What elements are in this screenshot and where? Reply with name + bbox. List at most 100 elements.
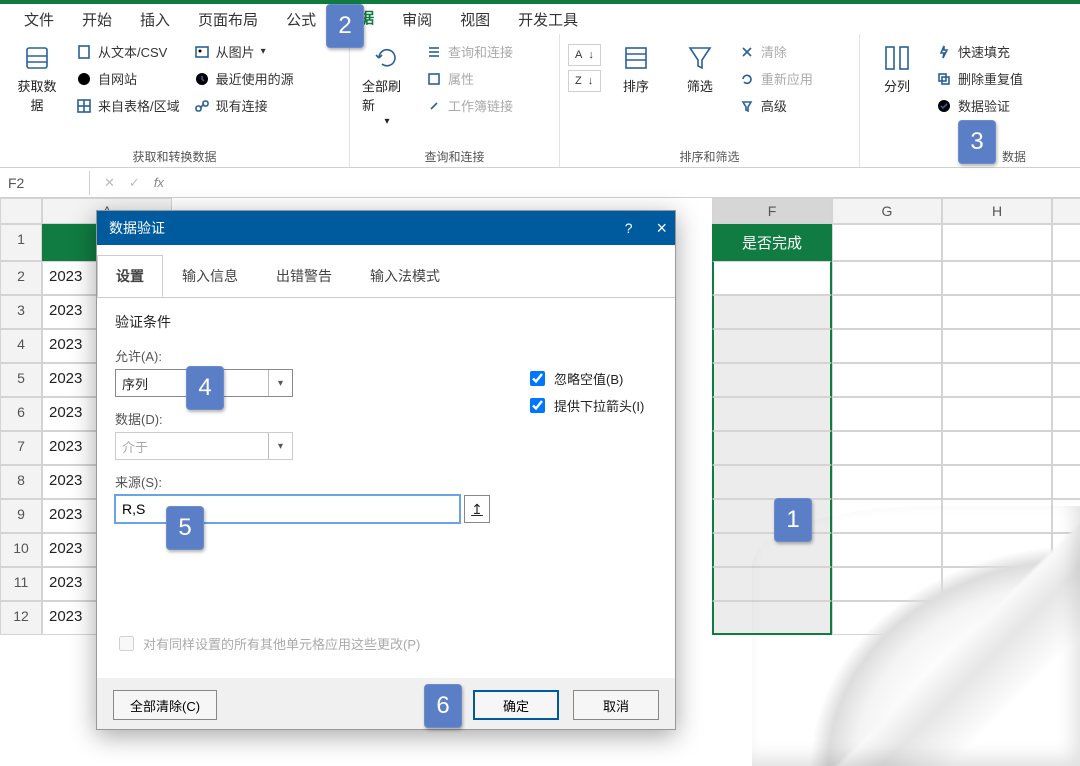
- cell[interactable]: [1052, 465, 1080, 499]
- cell[interactable]: [832, 397, 942, 431]
- row-header[interactable]: 11: [0, 567, 42, 601]
- flash-fill-button[interactable]: 快速填充: [932, 40, 1027, 63]
- ignore-blank-checkbox[interactable]: 忽略空值(B): [526, 368, 644, 389]
- select-all-corner[interactable]: [0, 198, 42, 224]
- clear-all-button[interactable]: 全部清除(C): [113, 690, 217, 720]
- name-box[interactable]: F2: [0, 171, 90, 195]
- row-header[interactable]: 8: [0, 465, 42, 499]
- table-header-done[interactable]: 是否完成: [712, 224, 832, 261]
- cell[interactable]: [942, 499, 1052, 533]
- cell[interactable]: [942, 295, 1052, 329]
- cell[interactable]: [832, 295, 942, 329]
- in-cell-dropdown-checkbox[interactable]: 提供下拉箭头(I): [526, 395, 644, 416]
- cell-done[interactable]: [712, 261, 832, 295]
- cell[interactable]: [942, 329, 1052, 363]
- cell[interactable]: [832, 261, 942, 295]
- cell[interactable]: [832, 329, 942, 363]
- text-to-columns-button[interactable]: 分列: [868, 38, 926, 99]
- menu-formula[interactable]: 公式: [274, 3, 328, 36]
- sort-button[interactable]: 排序: [607, 38, 665, 99]
- cell[interactable]: [1052, 499, 1080, 533]
- tab-ime-mode[interactable]: 输入法模式: [351, 255, 459, 297]
- from-picture-button[interactable]: 从图片 ▾: [190, 40, 298, 63]
- accept-icon[interactable]: ✓: [129, 175, 140, 191]
- dialog-help-icon[interactable]: ?: [625, 220, 633, 236]
- row-header[interactable]: 9: [0, 499, 42, 533]
- fx-icon[interactable]: fx: [154, 175, 164, 190]
- row-header[interactable]: 7: [0, 431, 42, 465]
- cell-done[interactable]: [712, 295, 832, 329]
- cell-done[interactable]: [712, 329, 832, 363]
- recent-sources-button[interactable]: 最近使用的源: [190, 67, 298, 90]
- row-header[interactable]: 3: [0, 295, 42, 329]
- dialog-titlebar[interactable]: 数据验证 ? ×: [97, 211, 675, 245]
- get-data-button[interactable]: 获取数 据: [8, 38, 66, 118]
- row-header[interactable]: 6: [0, 397, 42, 431]
- ok-button[interactable]: 确定: [473, 690, 559, 720]
- queries-connections-button[interactable]: 查询和连接: [422, 40, 517, 63]
- cell[interactable]: [1052, 363, 1080, 397]
- row-header[interactable]: 4: [0, 329, 42, 363]
- data-validation-button[interactable]: 数据验证: [932, 94, 1027, 117]
- cell[interactable]: [832, 363, 942, 397]
- col-header-H[interactable]: H: [942, 198, 1052, 224]
- tab-settings[interactable]: 设置: [97, 255, 163, 297]
- dialog-close-icon[interactable]: ×: [656, 218, 667, 239]
- range-selector-button[interactable]: ↥: [464, 495, 490, 523]
- cell[interactable]: [1052, 261, 1080, 295]
- existing-connections-button[interactable]: 现有连接: [190, 94, 298, 117]
- sort-az-button[interactable]: A↓: [568, 44, 601, 66]
- cell-done[interactable]: [712, 533, 832, 567]
- menu-file[interactable]: 文件: [12, 3, 66, 36]
- cell[interactable]: [1052, 397, 1080, 431]
- cell[interactable]: [1052, 431, 1080, 465]
- menu-review[interactable]: 审阅: [390, 3, 444, 36]
- menu-layout[interactable]: 页面布局: [186, 3, 270, 36]
- tab-error-alert[interactable]: 出错警告: [257, 255, 351, 297]
- cell-done[interactable]: [712, 499, 832, 533]
- menu-insert[interactable]: 插入: [128, 3, 182, 36]
- cell[interactable]: [832, 465, 942, 499]
- from-web-button[interactable]: 自网站: [72, 67, 184, 90]
- advanced-filter-button[interactable]: 高级: [735, 94, 817, 117]
- menu-home[interactable]: 开始: [70, 3, 124, 36]
- cell[interactable]: [832, 431, 942, 465]
- cell[interactable]: [942, 224, 1052, 261]
- cell[interactable]: [942, 261, 1052, 295]
- row-header[interactable]: 10: [0, 533, 42, 567]
- from-table-button[interactable]: 来自表格/区域: [72, 94, 184, 117]
- cell-done[interactable]: [712, 431, 832, 465]
- row-header[interactable]: 1: [0, 224, 42, 261]
- chevron-down-icon[interactable]: ▾: [268, 370, 292, 396]
- cell[interactable]: [942, 363, 1052, 397]
- cell[interactable]: [942, 533, 1052, 567]
- from-text-csv-button[interactable]: 从文本/CSV: [72, 40, 184, 63]
- cell-done[interactable]: [712, 567, 832, 601]
- menu-view[interactable]: 视图: [448, 3, 502, 36]
- menu-dev[interactable]: 开发工具: [506, 3, 590, 36]
- cell[interactable]: [942, 465, 1052, 499]
- filter-button[interactable]: 筛选: [671, 38, 729, 99]
- sort-za-button[interactable]: Z↓: [568, 70, 601, 92]
- cell[interactable]: [942, 601, 1052, 635]
- cell[interactable]: [942, 397, 1052, 431]
- col-header-F[interactable]: F: [712, 198, 832, 224]
- cell[interactable]: [942, 567, 1052, 601]
- row-header[interactable]: 12: [0, 601, 42, 635]
- cell[interactable]: [832, 533, 942, 567]
- tab-input-msg[interactable]: 输入信息: [163, 255, 257, 297]
- cell-done[interactable]: [712, 363, 832, 397]
- cell-done[interactable]: [712, 465, 832, 499]
- row-header[interactable]: 5: [0, 363, 42, 397]
- cell-done[interactable]: [712, 601, 832, 635]
- cancel-icon[interactable]: ✕: [104, 175, 115, 191]
- cell[interactable]: [1052, 295, 1080, 329]
- cell[interactable]: [1052, 567, 1080, 601]
- cell[interactable]: [832, 224, 942, 261]
- refresh-all-button[interactable]: 全部刷新 ▾: [358, 38, 416, 131]
- cell[interactable]: [1052, 533, 1080, 567]
- row-header[interactable]: 2: [0, 261, 42, 295]
- cell[interactable]: [1052, 224, 1080, 261]
- cell[interactable]: [942, 431, 1052, 465]
- cell[interactable]: [1052, 601, 1080, 635]
